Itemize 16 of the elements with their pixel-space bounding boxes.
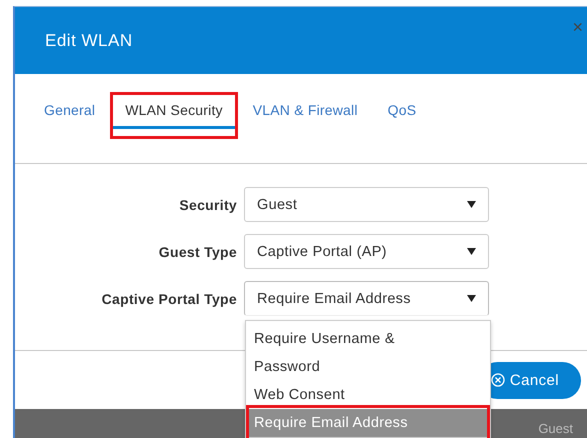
tab[interactable]: VLAN & Firewall — [240, 100, 370, 129]
field-label: Security — [178, 196, 237, 212]
dropdown-option[interactable]: Require Username & Password — [246, 325, 490, 381]
field-label: Guest Type — [158, 244, 237, 260]
caret-icon — [467, 201, 476, 208]
caret-icon — [467, 248, 476, 255]
tab[interactable]: QoS — [376, 100, 428, 129]
tab[interactable]: WLAN Security — [113, 100, 235, 129]
table-header-text: Guest — [538, 421, 573, 436]
select-field[interactable]: Captive Portal (AP) — [244, 234, 489, 269]
select-field[interactable]: Require Email Address — [244, 281, 489, 316]
dialog-title: Edit WLAN — [45, 30, 133, 50]
select-field[interactable]: Guest — [244, 187, 489, 222]
caret-icon — [467, 295, 476, 302]
field-label: Captive Portal Type — [100, 290, 237, 306]
tab[interactable]: General — [32, 100, 108, 129]
